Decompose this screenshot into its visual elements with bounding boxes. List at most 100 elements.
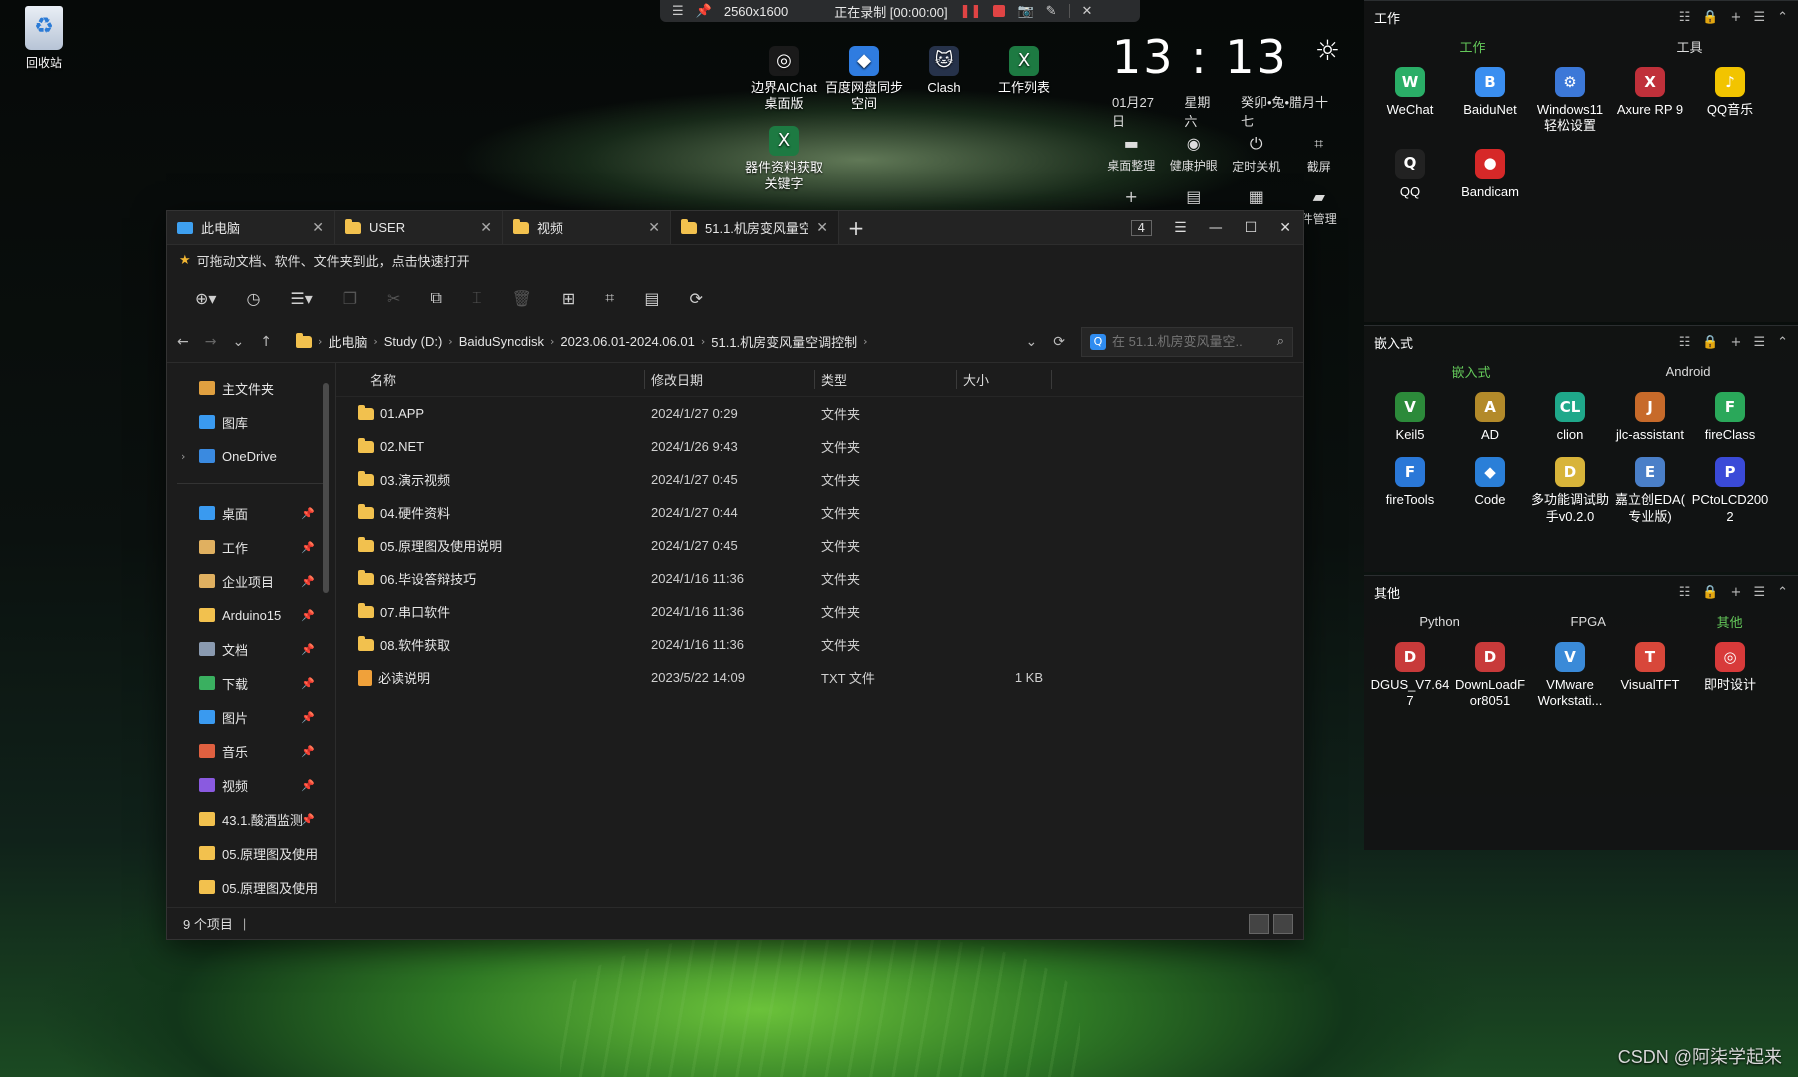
list-icon[interactable]: ☷ <box>1679 10 1691 25</box>
up-button[interactable]: ↑ <box>260 334 272 350</box>
app-shortcut[interactable]: Q QQ <box>1370 148 1450 200</box>
desktop-shortcut[interactable]: X 工作列表 <box>984 46 1064 96</box>
new-item-icon[interactable]: ⊕▾ <box>195 289 216 308</box>
chevron-right-icon[interactable]: › <box>448 335 452 348</box>
nav-item[interactable]: 音乐 📌 <box>167 734 335 768</box>
nav-item[interactable]: 视频 📌 <box>167 768 335 802</box>
tab-count-badge[interactable]: 4 <box>1130 219 1153 236</box>
file-row[interactable]: 01.APP 2024/1/27 0:29 文件夹 <box>336 397 1303 430</box>
pin-icon[interactable]: 📌 <box>301 575 315 588</box>
lock-icon[interactable]: 🔒 <box>1702 335 1718 350</box>
fence-tab[interactable]: 工作 <box>1459 37 1485 56</box>
explorer-tab[interactable]: USER ✕ <box>335 211 503 244</box>
app-shortcut[interactable]: D DownLoadF or8051 <box>1450 642 1530 710</box>
app-shortcut[interactable]: V Keil5 <box>1370 392 1450 443</box>
rename-icon[interactable]: ⌶ <box>472 288 482 308</box>
address-dropdown-icon[interactable]: ⌄ <box>1026 334 1038 350</box>
nav-item[interactable]: Arduino15 📌 <box>167 598 335 632</box>
add-icon[interactable]: + <box>1731 10 1742 25</box>
chevron-right-icon[interactable]: › <box>181 450 185 463</box>
app-shortcut[interactable]: ◎ 即时设计 <box>1690 642 1770 710</box>
fence-tab[interactable]: Android <box>1666 364 1711 379</box>
file-row[interactable]: 08.软件获取 2024/1/16 11:36 文件夹 <box>336 628 1303 661</box>
close-icon[interactable]: ✕ <box>1082 4 1093 19</box>
desktop-shortcut[interactable]: ◎ 边界AIChat 桌面版 <box>744 46 824 113</box>
file-row[interactable]: 06.毕设答辩技巧 2024/1/16 11:36 文件夹 <box>336 562 1303 595</box>
nav-item[interactable]: 企业项目 📌 <box>167 564 335 598</box>
menu-icon[interactable]: ☰ <box>1174 220 1187 236</box>
close-tab-icon[interactable]: ✕ <box>312 220 324 236</box>
app-shortcut[interactable]: ⚙ Windows11 轻松设置 <box>1530 67 1610 135</box>
file-row[interactable]: 02.NET 2024/1/26 9:43 文件夹 <box>336 430 1303 463</box>
add-icon[interactable]: + <box>1731 335 1742 350</box>
history-icon[interactable]: ◷ <box>246 289 260 308</box>
file-row[interactable]: 07.串口软件 2024/1/16 11:36 文件夹 <box>336 595 1303 628</box>
cut-icon[interactable]: ✂ <box>387 289 400 308</box>
pin-icon[interactable]: 📌 <box>301 643 315 656</box>
desktop-shortcut[interactable]: 🐱 Clash <box>904 46 984 96</box>
quick-desktop-organize[interactable]: ▬ 桌面整理 <box>1100 134 1163 175</box>
desktop-shortcut[interactable]: ◆ 百度网盘同步 空间 <box>824 46 904 113</box>
forward-button[interactable]: → <box>205 334 217 350</box>
app-shortcut[interactable]: CL clion <box>1530 392 1610 443</box>
column-date[interactable]: 修改日期 <box>644 370 814 389</box>
list-icon[interactable]: ☷ <box>1679 585 1691 600</box>
pin-icon[interactable]: 📌 <box>696 4 712 19</box>
fence-tab[interactable]: Python <box>1419 614 1459 629</box>
chevron-right-icon[interactable]: › <box>373 335 377 348</box>
quick-shutdown-timer[interactable]: ⏻ 定时关机 <box>1225 134 1288 175</box>
nav-item[interactable]: 主文件夹 <box>167 371 335 405</box>
desktop-shortcut[interactable]: X 器件资料获取 关键字 <box>744 126 824 193</box>
menu-icon[interactable]: ☰ <box>1753 335 1765 350</box>
collapse-icon[interactable]: ⌃ <box>1777 10 1788 25</box>
pin-icon[interactable]: 📌 <box>301 813 315 826</box>
crop-icon[interactable]: ⌗ <box>605 288 614 308</box>
app-shortcut[interactable]: D 多功能调试助 手v0.2.0 <box>1530 457 1610 525</box>
maximize-button[interactable]: ☐ <box>1245 220 1258 236</box>
app-shortcut[interactable]: A AD <box>1450 392 1530 443</box>
recycle-bin[interactable]: 回收站 <box>16 6 72 71</box>
app-shortcut[interactable]: X Axure RP 9 <box>1610 67 1690 135</box>
stop-icon[interactable] <box>993 5 1006 17</box>
breadcrumb[interactable]: › 此电脑 › Study (D:) › BaiduSyncdisk › 2023.06.01… <box>288 327 1010 357</box>
search-input[interactable] <box>1112 334 1242 349</box>
pin-icon[interactable]: 📌 <box>301 541 315 554</box>
pin-icon[interactable]: 📌 <box>301 779 315 792</box>
sync-icon[interactable]: ⟳ <box>689 289 702 308</box>
app-shortcut[interactable]: FfireTools <box>1370 457 1450 525</box>
nav-item[interactable]: 图片 📌 <box>167 700 335 734</box>
delete-icon[interactable]: 🗑 <box>512 289 532 308</box>
breadcrumb-item[interactable]: Study (D:) <box>384 334 443 349</box>
pin-icon[interactable]: 📌 <box>301 711 315 724</box>
lock-icon[interactable]: 🔒 <box>1702 10 1718 25</box>
nav-item[interactable]: 桌面 📌 <box>167 496 335 530</box>
refresh-icon[interactable]: ⟳ <box>1053 334 1065 350</box>
search-engine-icon[interactable]: Q <box>1090 333 1106 350</box>
tiles-view-icon[interactable] <box>1273 913 1293 934</box>
pause-icon[interactable]: ❚❚ <box>960 3 982 19</box>
app-shortcut[interactable]: Jjlc-assistant <box>1610 392 1690 443</box>
nav-item[interactable]: 05.原理图及使用 <box>167 836 335 870</box>
properties-icon[interactable]: ▤ <box>644 289 659 308</box>
chevron-right-icon[interactable]: › <box>863 335 867 348</box>
breadcrumb-item[interactable]: BaiduSyncdisk <box>459 334 544 349</box>
app-shortcut[interactable]: T VisualTFT <box>1610 642 1690 710</box>
quick-screenshot[interactable]: ⌗ 截屏 <box>1288 134 1351 175</box>
breadcrumb-item[interactable]: 51.1.机房变风量空调控制 <box>711 332 857 351</box>
explorer-tab[interactable]: 51.1.机房变风量空 ✕ <box>671 211 839 244</box>
column-size[interactable]: 大小 <box>956 370 1052 389</box>
collapse-icon[interactable]: ⌃ <box>1777 335 1788 350</box>
new-window-icon[interactable]: ⊞ <box>562 289 575 308</box>
explorer-tab[interactable]: 视频 ✕ <box>503 211 671 244</box>
close-window-button[interactable]: ✕ <box>1279 220 1291 236</box>
chevron-right-icon[interactable]: › <box>701 335 705 348</box>
collapse-icon[interactable]: ⌃ <box>1777 585 1788 600</box>
fence-tab[interactable]: FPGA <box>1571 614 1606 629</box>
app-shortcut[interactable]: ● Bandicam <box>1450 148 1530 200</box>
recent-dropdown-icon[interactable]: ⌄ <box>232 334 244 350</box>
nav-item[interactable]: 下载 📌 <box>167 666 335 700</box>
close-tab-icon[interactable]: ✕ <box>648 220 660 236</box>
fence-tab[interactable]: 其他 <box>1717 612 1743 631</box>
fence-tab[interactable]: 工具 <box>1676 37 1702 56</box>
app-shortcut[interactable]: FfireClass <box>1690 392 1770 443</box>
